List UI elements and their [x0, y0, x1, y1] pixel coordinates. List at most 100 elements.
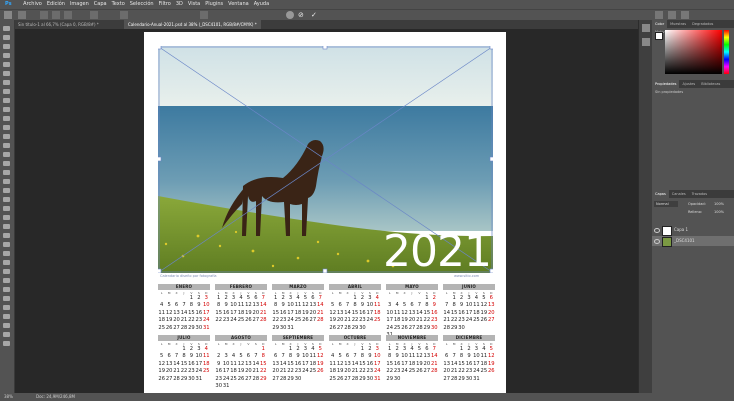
tool-icon[interactable] [3, 233, 10, 238]
fill-field[interactable]: 100% [714, 210, 724, 214]
tool-icon[interactable] [3, 89, 10, 94]
layer-row-2[interactable]: _DSC4101 [652, 236, 734, 247]
tool-icon[interactable] [3, 332, 10, 337]
tool-icon[interactable] [3, 98, 10, 103]
align-center-icon[interactable] [52, 11, 60, 19]
tool-icon[interactable] [3, 62, 10, 67]
tab-channels[interactable]: Canales [669, 190, 689, 198]
transform-x-field[interactable] [90, 11, 98, 19]
tool-icon[interactable] [3, 197, 10, 202]
hue-slider[interactable] [724, 30, 729, 74]
tool-icon[interactable] [3, 206, 10, 211]
calendar-day: 10 [195, 353, 203, 360]
brush-settings-icon[interactable] [642, 38, 650, 46]
tool-icon[interactable] [3, 314, 10, 319]
tool-icon[interactable] [3, 305, 10, 310]
tool-icon[interactable] [3, 179, 10, 184]
cancel-transform-icon[interactable]: ⊘ [298, 11, 306, 19]
color-picker-field[interactable] [665, 30, 722, 74]
workspace-icon[interactable] [668, 11, 676, 19]
tool-icon[interactable] [3, 152, 10, 157]
tab-gradients[interactable]: Degradados [689, 20, 716, 28]
empty-day [158, 346, 165, 353]
calendar-day: 9 [368, 353, 372, 360]
tool-icon[interactable] [3, 287, 10, 292]
transform-y-field[interactable] [120, 11, 128, 19]
tool-icon[interactable] [3, 251, 10, 256]
tool-icon[interactable] [3, 35, 10, 40]
calendar-day: 1 [261, 346, 265, 352]
calendar-day: 19 [245, 309, 252, 316]
align-left-icon[interactable] [40, 11, 48, 19]
photoshop-logo-icon[interactable]: Ps [5, 0, 12, 9]
align-right-icon[interactable] [64, 11, 72, 19]
photo-layer[interactable]: 2021 [158, 46, 493, 273]
tool-icon[interactable] [3, 215, 10, 220]
menu-item[interactable]: Ventana [228, 0, 249, 9]
tool-icon[interactable] [3, 323, 10, 328]
menu-item[interactable]: Archivo [23, 0, 42, 9]
tab-paths[interactable]: Trazados [689, 190, 710, 198]
share-icon[interactable] [681, 11, 689, 19]
menu-item[interactable]: 3D [176, 0, 183, 9]
menu-item[interactable]: Vista [188, 0, 200, 9]
menu-item[interactable]: Ayuda [254, 0, 269, 9]
tool-icon[interactable] [3, 260, 10, 265]
tool-icon[interactable] [3, 296, 10, 301]
tab-calendar[interactable]: Calendario-Anual-2021.psd al 38% (_DSC41… [124, 20, 261, 29]
tab-adjustments[interactable]: Ajustes [679, 80, 698, 88]
visibility-eye-icon[interactable] [654, 239, 660, 244]
tool-icon[interactable] [3, 53, 10, 58]
tool-icon[interactable] [3, 80, 10, 85]
tool-icon[interactable] [3, 242, 10, 247]
tool-icon[interactable] [3, 116, 10, 121]
menu-item[interactable]: Plugins [205, 0, 223, 9]
menu-item[interactable]: Texto [112, 0, 125, 9]
tab-layers[interactable]: Capas [652, 190, 669, 198]
month-days-grid: L M X J V S D 1 2 3 4 5 6 7 8 9 10 11 12 13 14 15 16 17 18 19 20 21… [215, 291, 267, 325]
tool-icon[interactable] [3, 134, 10, 139]
tool-icon[interactable] [3, 188, 10, 193]
tool-icon[interactable] [3, 71, 10, 76]
tool-icon[interactable] [3, 224, 10, 229]
calendar-day: 28 [416, 324, 423, 331]
tool-icon[interactable] [3, 170, 10, 175]
move-tool-icon[interactable] [18, 11, 26, 19]
tab-swatches[interactable]: Muestras [667, 20, 689, 28]
warp-icon[interactable] [286, 11, 294, 19]
tool-icon[interactable] [3, 44, 10, 49]
tool-icon[interactable] [3, 143, 10, 148]
menu-item[interactable]: Selección [130, 0, 154, 9]
tool-icon[interactable] [3, 341, 10, 346]
home-icon[interactable] [4, 11, 12, 19]
blend-mode-select[interactable]: Normal [654, 201, 678, 207]
foreground-color-swatch[interactable] [655, 32, 663, 40]
tool-icon[interactable] [3, 125, 10, 130]
tab-untitled[interactable]: Sin título-1 al 66,7% (Capa 0, RGB/8#) * [14, 20, 103, 29]
tab-color[interactable]: Color [652, 20, 668, 28]
tool-icon[interactable] [3, 278, 10, 283]
search-icon[interactable] [655, 11, 663, 19]
tab-libraries[interactable]: Bibliotecas [698, 80, 723, 88]
tab-properties[interactable]: Propiedades [652, 80, 680, 88]
zoom-level[interactable]: 38% [4, 393, 13, 401]
history-icon[interactable] [642, 24, 650, 32]
layer-row-1[interactable]: Capa 1 [652, 225, 734, 236]
calendar-day: 23 [366, 368, 374, 375]
calendar-day: 7 [261, 295, 265, 301]
tool-icon[interactable] [3, 161, 10, 166]
visibility-eye-icon[interactable] [654, 228, 660, 233]
calendar-day: 10 [287, 302, 294, 309]
menu-item[interactable]: Capa [94, 0, 107, 9]
interpolation-dropdown[interactable] [200, 11, 208, 19]
document-page[interactable]: 2021 Calendario diseño por fotografía ww… [144, 32, 506, 394]
menu-item[interactable]: Filtro [159, 0, 171, 9]
tool-icon[interactable] [3, 269, 10, 274]
opacity-field[interactable]: 100% [714, 202, 724, 206]
commit-transform-icon[interactable]: ✓ [311, 11, 319, 19]
menu-item[interactable]: Edición [47, 0, 65, 9]
calendar-day: 5 [482, 295, 486, 301]
tool-icon[interactable] [3, 107, 10, 112]
menu-item[interactable]: Imagen [70, 0, 89, 9]
tool-icon[interactable] [3, 26, 10, 31]
